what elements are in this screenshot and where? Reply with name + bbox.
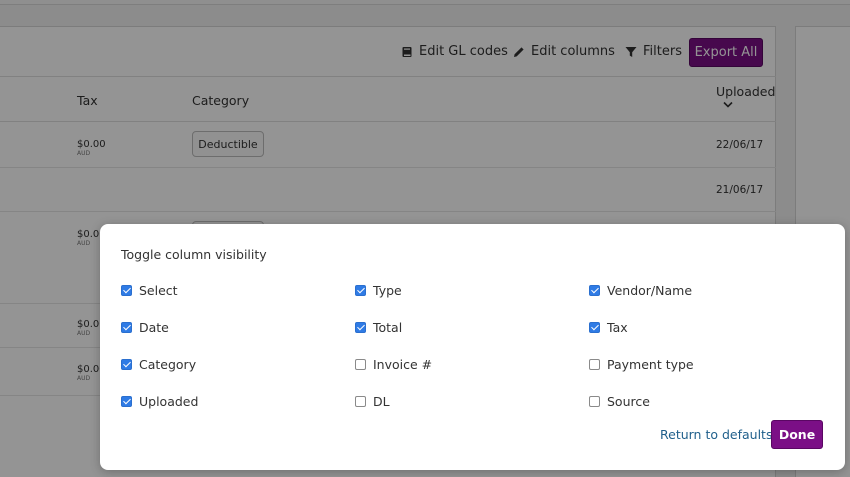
column-toggle-vendor-name[interactable]: Vendor/Name — [589, 283, 692, 298]
checkbox[interactable] — [589, 396, 600, 407]
done-button[interactable]: Done — [771, 420, 823, 449]
checkbox[interactable] — [589, 322, 600, 333]
toggle-label: Vendor/Name — [607, 283, 693, 298]
column-toggle-date[interactable]: Date — [121, 320, 169, 335]
column-toggle-select[interactable]: Select — [121, 283, 178, 298]
toggle-label: Payment type — [607, 357, 694, 372]
toggle-label: Uploaded — [139, 394, 199, 409]
checkbox[interactable] — [121, 359, 132, 370]
column-toggle-payment-type[interactable]: Payment type — [589, 357, 694, 372]
toggle-label: Select — [139, 283, 178, 298]
dialog-title: Toggle column visibility — [121, 247, 267, 262]
return-to-defaults-link[interactable]: Return to defaults — [660, 427, 772, 442]
column-toggle-invoice[interactable]: Invoice # — [355, 357, 432, 372]
checkbox[interactable] — [355, 396, 366, 407]
checkbox[interactable] — [121, 285, 132, 296]
column-toggle-source[interactable]: Source — [589, 394, 650, 409]
toggle-label: Category — [139, 357, 197, 372]
toggle-label: Date — [139, 320, 169, 335]
toggle-label: Tax — [607, 320, 628, 335]
checkbox[interactable] — [355, 285, 366, 296]
column-toggle-uploaded[interactable]: Uploaded — [121, 394, 198, 409]
toggle-label: Invoice # — [373, 357, 433, 372]
checkbox[interactable] — [589, 359, 600, 370]
toggle-label: DL — [373, 394, 390, 409]
toggle-label: Source — [607, 394, 650, 409]
checkbox[interactable] — [355, 359, 366, 370]
column-toggle-category[interactable]: Category — [121, 357, 196, 372]
toggle-label: Total — [373, 320, 403, 335]
column-toggle-dl[interactable]: DL — [355, 394, 390, 409]
checkbox[interactable] — [121, 322, 132, 333]
column-toggle-total[interactable]: Total — [355, 320, 402, 335]
checkbox[interactable] — [121, 396, 132, 407]
column-toggle-type[interactable]: Type — [355, 283, 402, 298]
checkbox[interactable] — [589, 285, 600, 296]
checkbox[interactable] — [355, 322, 366, 333]
toggle-label: Type — [373, 283, 402, 298]
column-toggle-tax[interactable]: Tax — [589, 320, 628, 335]
column-visibility-dialog: Toggle column visibility Select Type Ven… — [100, 224, 845, 470]
